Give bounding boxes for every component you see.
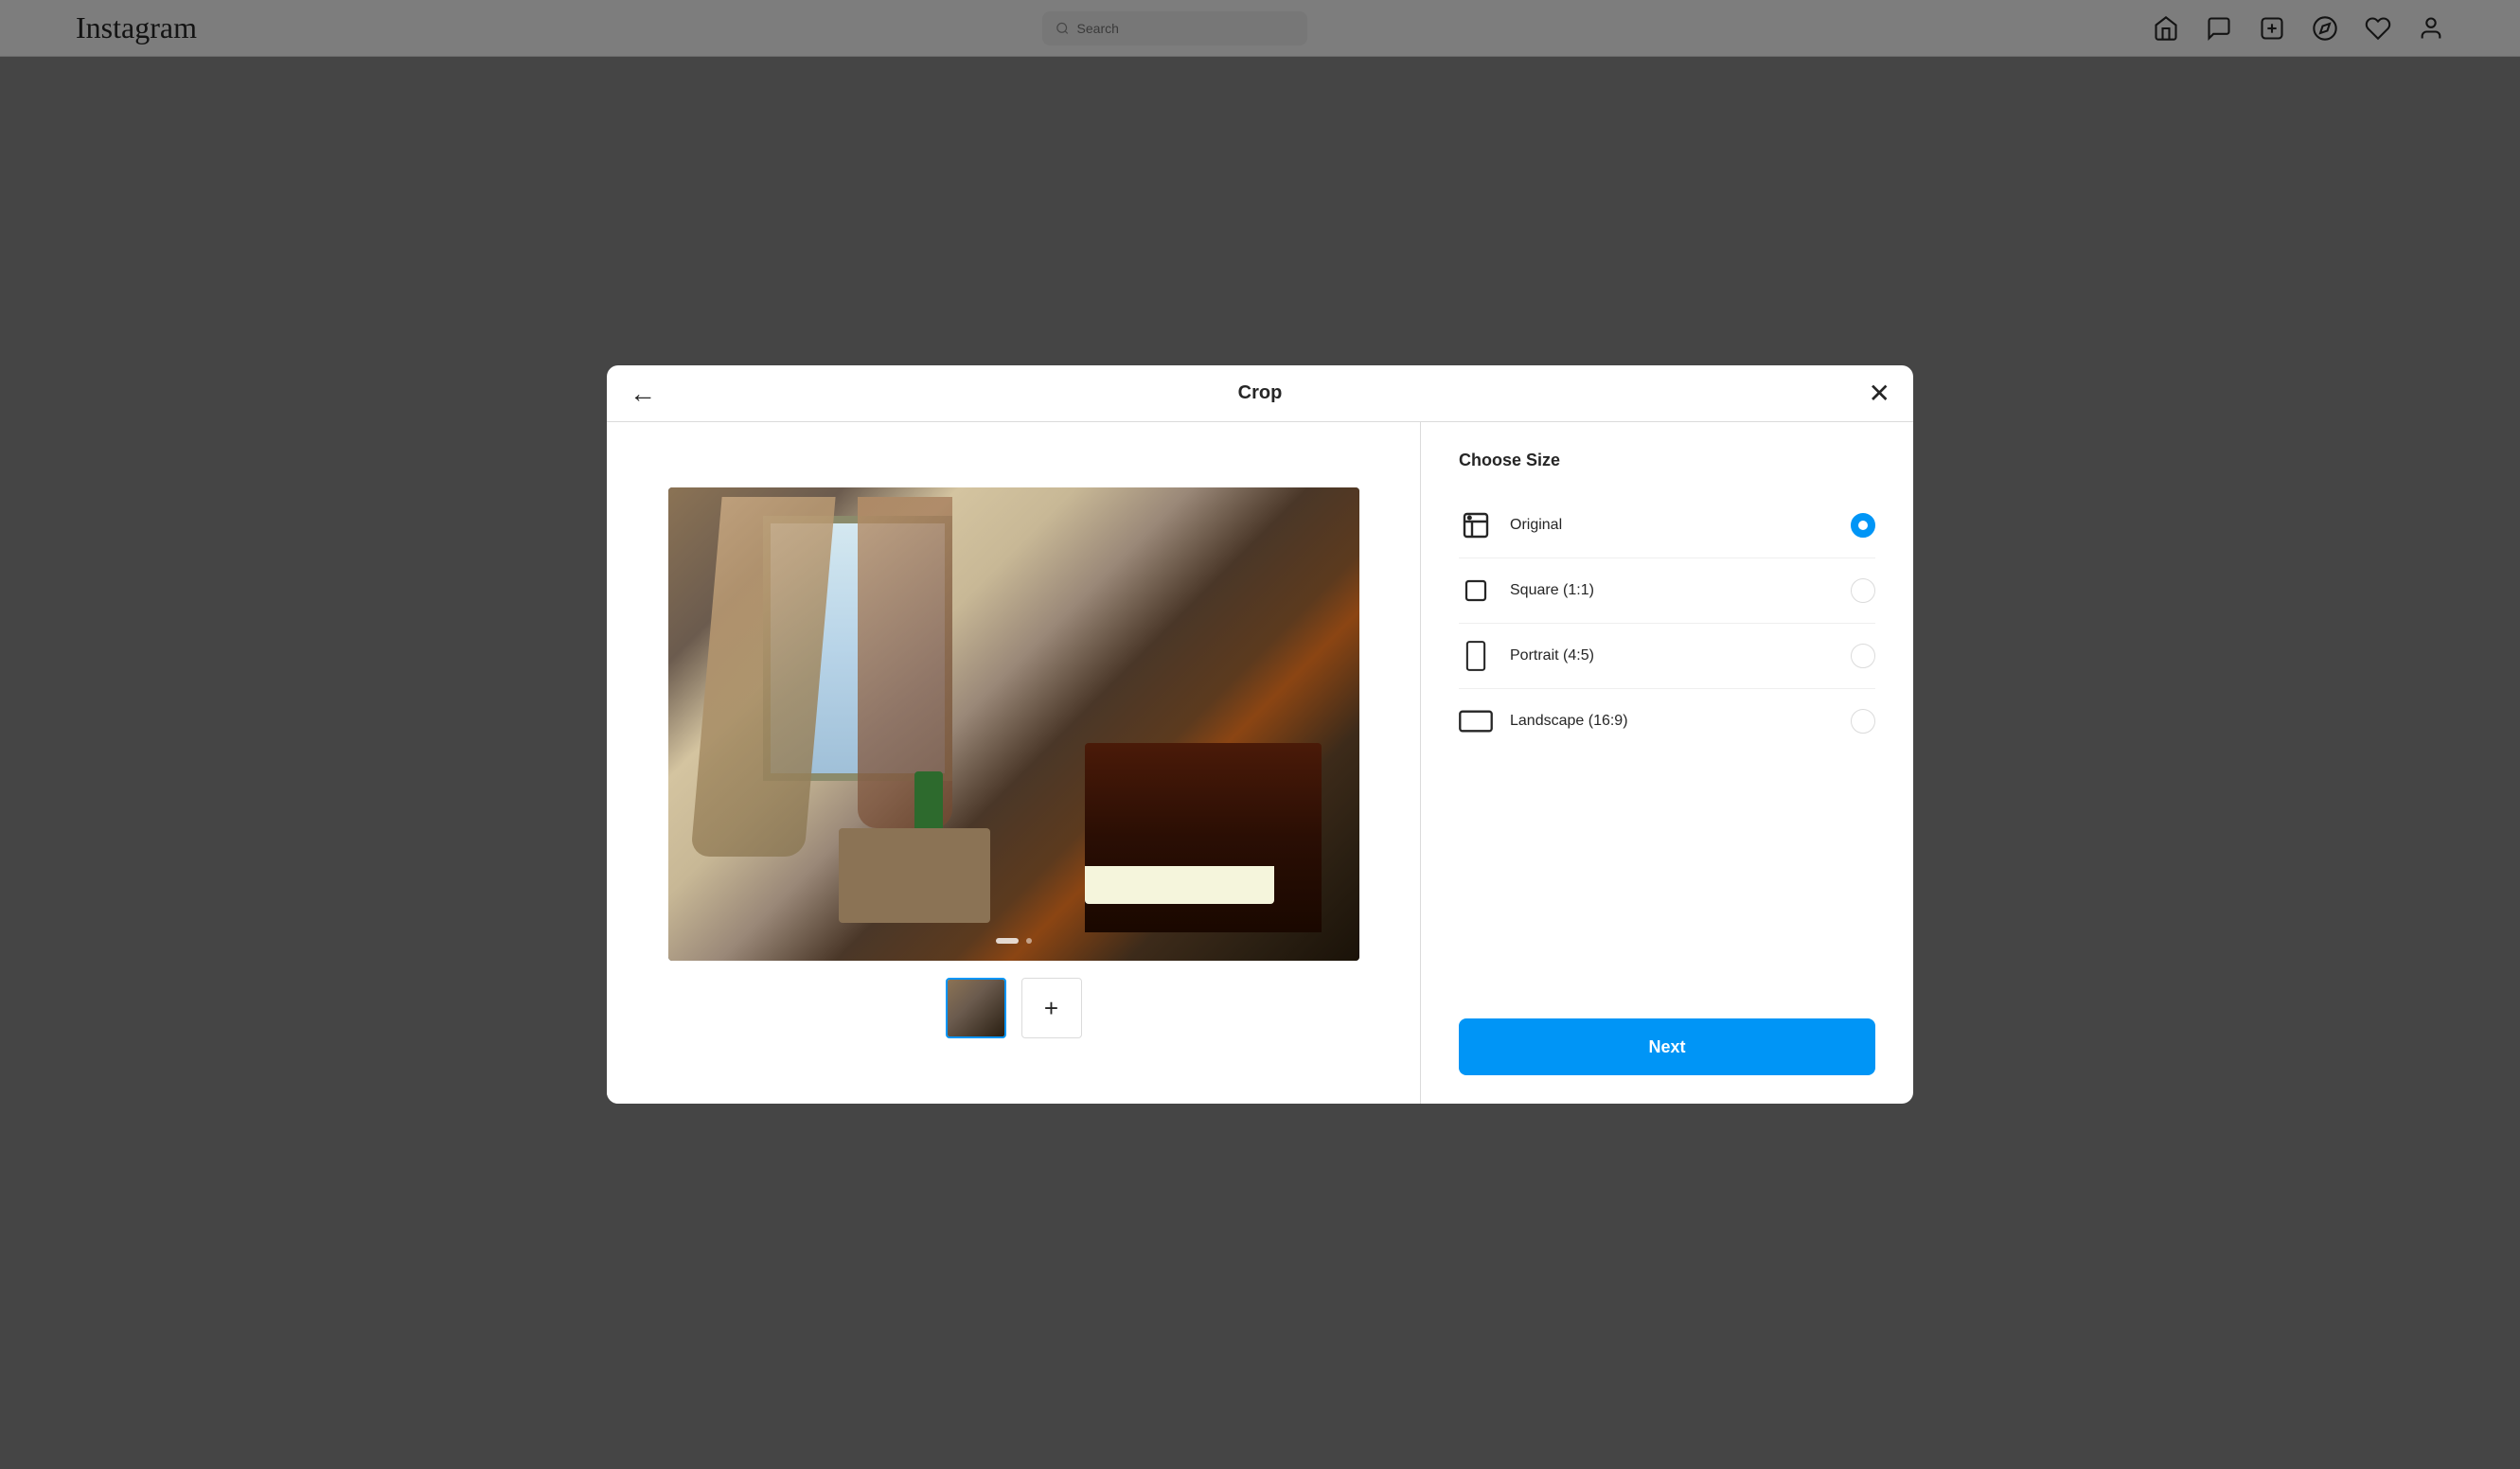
dot-active	[996, 938, 1019, 944]
add-photo-button[interactable]: +	[1021, 978, 1082, 1038]
square-label: Square (1:1)	[1510, 582, 1834, 599]
dot-inactive	[1026, 938, 1032, 944]
landscape-icon	[1459, 704, 1493, 738]
main-image	[668, 487, 1359, 961]
size-option-original[interactable]: Original	[1459, 493, 1875, 558]
modal-header: ← Crop ✕	[607, 365, 1913, 422]
slide-indicator	[996, 938, 1032, 944]
portrait-label: Portrait (4:5)	[1510, 647, 1834, 664]
portrait-icon	[1459, 639, 1493, 673]
choose-size-title: Choose Size	[1459, 451, 1875, 470]
size-option-square[interactable]: Square (1:1)	[1459, 558, 1875, 624]
landscape-radio[interactable]	[1851, 709, 1875, 734]
thumbnails-row: +	[946, 978, 1082, 1038]
main-image-container	[668, 487, 1359, 961]
original-label: Original	[1510, 517, 1834, 534]
close-button[interactable]: ✕	[1869, 381, 1890, 407]
modal-body: + Choose Size Original	[607, 422, 1913, 1104]
size-option-landscape[interactable]: Landscape (16:9)	[1459, 689, 1875, 753]
curtain-left	[690, 497, 835, 857]
landscape-label: Landscape (16:9)	[1510, 713, 1834, 730]
table-element	[839, 828, 990, 923]
modal-title: Crop	[1238, 382, 1283, 404]
square-radio[interactable]	[1851, 578, 1875, 603]
image-panel: +	[607, 422, 1421, 1104]
next-button[interactable]: Next	[1459, 1018, 1875, 1075]
size-option-portrait[interactable]: Portrait (4:5)	[1459, 624, 1875, 689]
original-icon	[1459, 508, 1493, 542]
piano-element	[1085, 743, 1322, 932]
bottle-element	[914, 771, 943, 828]
back-button[interactable]: ←	[630, 381, 656, 407]
modal-overlay: ← Crop ✕	[0, 0, 2520, 1469]
portrait-radio[interactable]	[1851, 644, 1875, 668]
thumbnail-1[interactable]	[946, 978, 1006, 1038]
original-radio[interactable]	[1851, 513, 1875, 538]
piano-keys	[1085, 866, 1274, 904]
square-icon	[1459, 574, 1493, 608]
thumbnail-image-1	[948, 980, 1004, 1036]
options-panel: Choose Size Original	[1421, 422, 1913, 1104]
crop-modal: ← Crop ✕	[607, 365, 1913, 1104]
